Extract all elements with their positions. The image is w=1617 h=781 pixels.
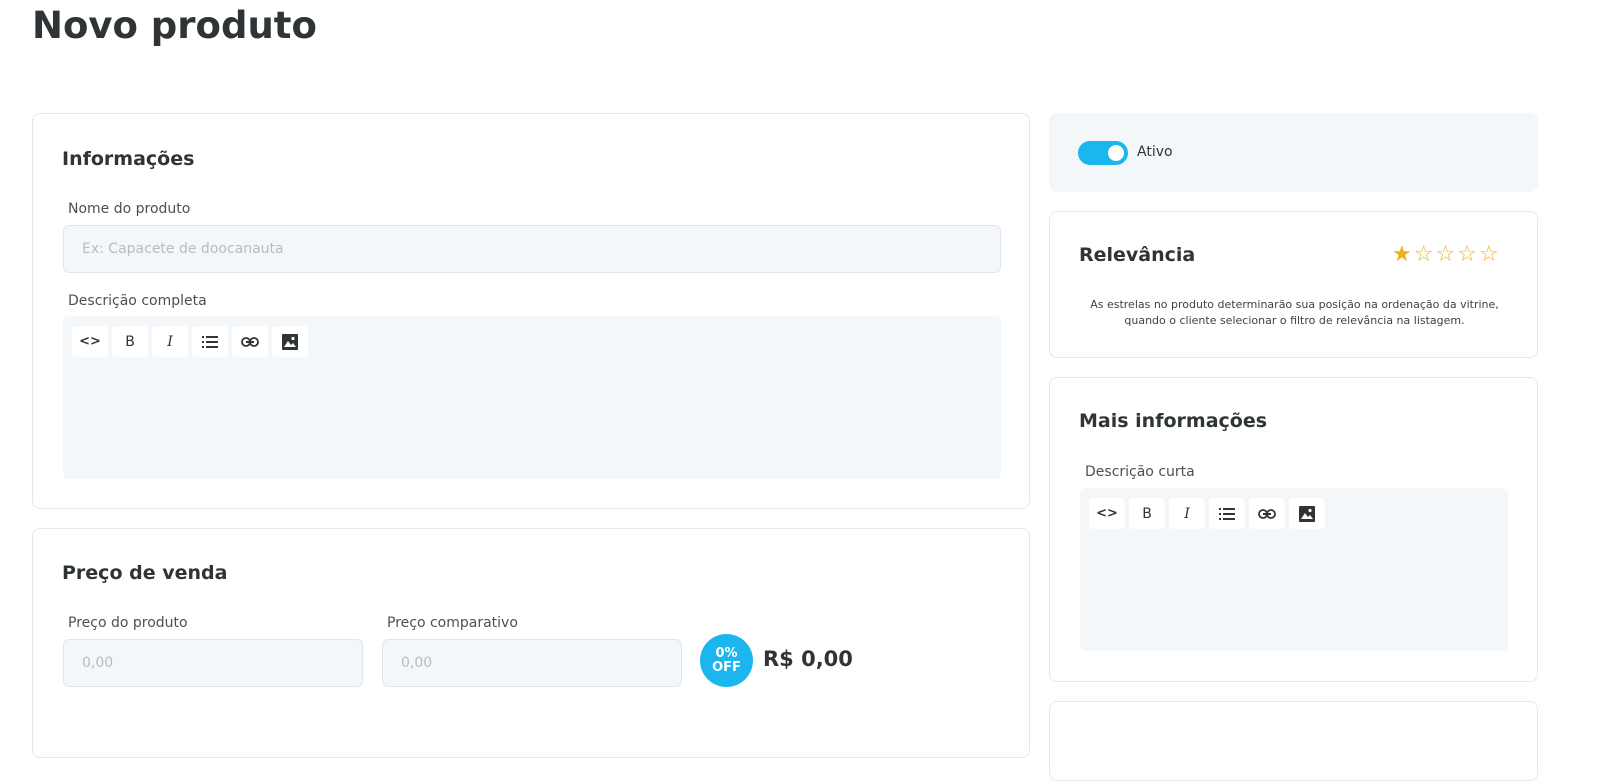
short-description-toolbar: <> B I (1089, 498, 1325, 529)
pricing-card-title: Preço de venda (62, 562, 228, 584)
relevance-card-title: Relevância (1079, 244, 1196, 266)
code-button[interactable]: <> (1089, 498, 1125, 529)
bold-button[interactable]: B (1129, 498, 1165, 529)
image-icon (282, 333, 298, 350)
link-button[interactable] (232, 326, 268, 357)
bold-icon: B (125, 333, 135, 350)
status-card: Ativo (1049, 113, 1538, 192)
product-price-label: Preço do produto (68, 615, 188, 631)
pricing-card: Preço de venda Preço do produto Preço co… (32, 528, 1030, 758)
product-price-input[interactable] (63, 639, 363, 687)
bold-button[interactable]: B (112, 326, 148, 357)
discount-percent: 0% (715, 645, 738, 661)
image-button[interactable] (1289, 498, 1325, 529)
discount-off-label: OFF (712, 659, 741, 675)
info-card: Informações Nome do produto Descrição co… (32, 113, 1030, 509)
short-description-label: Descrição curta (1085, 464, 1195, 480)
link-icon (1258, 508, 1276, 519)
active-label: Ativo (1137, 144, 1173, 160)
relevance-help-text: As estrelas no produto determinarão sua … (1070, 297, 1519, 329)
short-description-editor[interactable]: <> B I (1080, 488, 1508, 651)
link-icon (241, 336, 259, 347)
toggle-knob (1108, 145, 1124, 161)
product-name-input[interactable] (63, 225, 1001, 273)
list-icon (202, 335, 218, 348)
full-description-toolbar: <> B I (72, 326, 308, 357)
next-card (1049, 701, 1538, 781)
code-icon: <> (1096, 506, 1118, 521)
list-button[interactable] (1209, 498, 1245, 529)
bold-icon: B (1142, 505, 1152, 522)
list-button[interactable] (192, 326, 228, 357)
product-name-label: Nome do produto (68, 201, 191, 217)
page-title: Novo produto (32, 4, 317, 47)
italic-button[interactable]: I (152, 326, 188, 357)
italic-icon: I (1184, 505, 1190, 522)
relevance-help-line1: As estrelas no produto determinarão sua … (1090, 298, 1499, 311)
star-3-icon[interactable]: ☆ (1435, 243, 1455, 267)
list-icon (1219, 507, 1235, 520)
compare-price-input[interactable] (382, 639, 682, 687)
more-info-card-title: Mais informações (1079, 410, 1268, 432)
compare-price-label: Preço comparativo (387, 615, 518, 631)
active-toggle[interactable] (1078, 141, 1128, 165)
relevance-help-line2: quando o cliente selecionar o filtro de … (1124, 314, 1465, 327)
code-icon: <> (79, 334, 101, 349)
full-description-label: Descrição completa (68, 293, 207, 309)
star-4-icon[interactable]: ☆ (1457, 243, 1477, 267)
star-2-icon[interactable]: ☆ (1414, 243, 1434, 267)
info-card-title: Informações (62, 148, 195, 170)
full-description-editor[interactable]: <> B I (63, 316, 1001, 479)
relevance-card: Relevância ★ ☆ ☆ ☆ ☆ As estrelas no prod… (1049, 211, 1538, 358)
star-1-icon[interactable]: ★ (1392, 243, 1412, 267)
relevance-stars: ★ ☆ ☆ ☆ ☆ (1392, 243, 1499, 267)
code-button[interactable]: <> (72, 326, 108, 357)
image-icon (1299, 505, 1315, 522)
italic-icon: I (167, 333, 173, 350)
final-price: R$ 0,00 (763, 647, 853, 671)
more-info-card: Mais informações Descrição curta <> B I (1049, 377, 1538, 682)
discount-badge: 0% OFF (700, 634, 753, 687)
star-5-icon[interactable]: ☆ (1479, 243, 1499, 267)
italic-button[interactable]: I (1169, 498, 1205, 529)
link-button[interactable] (1249, 498, 1285, 529)
image-button[interactable] (272, 326, 308, 357)
